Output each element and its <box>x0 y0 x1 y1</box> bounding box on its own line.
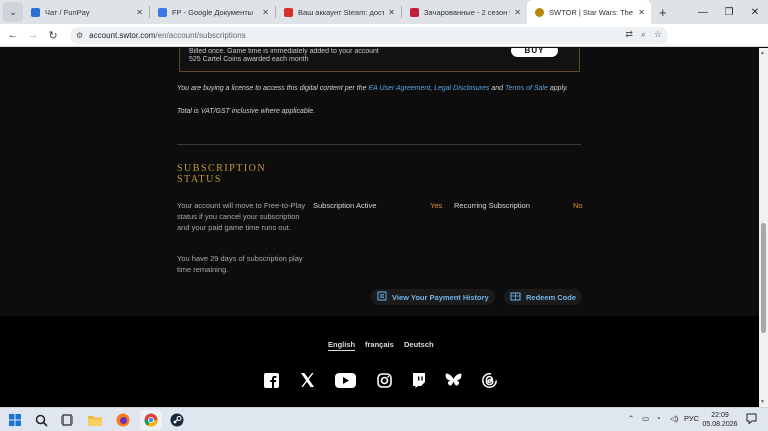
language-german[interactable]: Deutsch <box>404 340 434 349</box>
payment-history-label: View Your Payment History <box>392 292 489 302</box>
tab-google-docs[interactable]: FP - Google Документы ✕ <box>150 0 275 24</box>
section-divider <box>177 144 581 145</box>
scroll-down-icon[interactable]: ▼ <box>760 399 765 405</box>
windows-start-icon[interactable] <box>6 411 24 429</box>
legal-and: and <box>491 85 503 92</box>
legal-separator: , <box>430 85 433 92</box>
subscription-active-value: Yes <box>430 201 443 210</box>
google-docs-favicon-icon <box>158 7 167 17</box>
task-view-icon[interactable] <box>58 411 76 429</box>
close-window-button[interactable]: ✕ <box>738 0 768 24</box>
purchase-details: Billed once. Game time is immediately ad… <box>189 48 379 64</box>
toolbar: ← → ↻ ⚙ account.swtor.com/en/account/sub… <box>0 24 768 66</box>
payment-history-button[interactable]: View Your Payment History <box>371 289 495 305</box>
video-site-favicon-icon <box>410 7 419 17</box>
ea-user-agreement-link[interactable]: EA User Agreement <box>368 85 430 92</box>
legal-disclosures-link[interactable]: Legal Disclosures <box>434 85 489 92</box>
buy-button[interactable]: BUY <box>511 48 558 57</box>
recurring-subscription-label: Recurring Subscription <box>454 201 530 210</box>
new-tab-button[interactable]: + <box>659 5 667 20</box>
youtube-icon[interactable] <box>334 372 356 388</box>
license-notice: You are buying a license to access this … <box>177 84 577 93</box>
search-icon[interactable] <box>32 411 50 429</box>
firefox-icon[interactable] <box>114 411 132 429</box>
facebook-icon[interactable] <box>262 372 280 388</box>
tab-search-button[interactable]: ⌄ <box>3 2 23 22</box>
redeem-code-button[interactable]: Redeem Code <box>504 289 583 305</box>
receipt-icon <box>377 291 387 303</box>
threads-icon[interactable] <box>480 372 498 388</box>
page-viewport: Billed once. Game time is immediately ad… <box>0 48 759 407</box>
tab-gmail-steam[interactable]: Ваш аккаунт Steam: доступ ✕ <box>276 0 401 24</box>
free-to-play-notice: Your account will move to Free-to-Play s… <box>177 201 306 232</box>
days-remaining-text: You have 29 days of subscription play ti… <box>177 254 303 274</box>
bluesky-icon[interactable] <box>444 372 462 388</box>
close-tab-icon[interactable]: ✕ <box>638 8 645 17</box>
url-text: account.swtor.com/en/account/subscriptio… <box>89 31 246 40</box>
subscription-status-heading: SUBSCRIPTION STATUS <box>177 163 266 185</box>
site-info-icon[interactable]: ⚙ <box>76 31 83 40</box>
reload-icon[interactable]: ↻ <box>43 25 63 45</box>
steam-icon[interactable] <box>168 411 186 429</box>
close-tab-icon[interactable]: ✕ <box>514 8 521 17</box>
clock-time: 22:09 <box>711 412 729 419</box>
address-bar[interactable]: ⚙ account.swtor.com/en/account/subscript… <box>70 27 668 44</box>
input-language[interactable]: РУС <box>684 414 699 423</box>
purchase-line-billing: Billed once. Game time is immediately ad… <box>189 48 379 55</box>
funpay-favicon-icon <box>31 7 40 17</box>
scrollbar-thumb[interactable] <box>761 223 766 333</box>
tab-strip: ⌄ Чат / FunPay ✕ FP - Google Документы ✕… <box>0 0 768 24</box>
forward-icon[interactable]: → <box>23 25 43 45</box>
show-hidden-icons[interactable]: ⌃ <box>628 414 634 423</box>
scroll-up-icon[interactable]: ▲ <box>760 50 765 56</box>
language-french[interactable]: français <box>365 340 394 349</box>
tab-title: FP - Google Документы <box>172 7 254 17</box>
purchase-option-card: Billed once. Game time is immediately ad… <box>179 48 580 72</box>
file-explorer-icon[interactable] <box>86 411 104 429</box>
windows-taskbar: ⌃ ▭ ◔ ◁) РУС 22:09 05.08.2026 <box>0 407 768 431</box>
chrome-icon[interactable] <box>142 411 160 429</box>
subscription-active-label: Subscription Active <box>313 201 377 210</box>
bookmark-star-icon[interactable]: ☆ <box>654 29 662 40</box>
tab-funpay-chat[interactable]: Чат / FunPay ✕ <box>23 0 149 24</box>
close-tab-icon[interactable]: ✕ <box>262 8 269 17</box>
network-icon[interactable]: ◔ <box>656 414 661 423</box>
gmail-favicon-icon <box>284 7 293 17</box>
tab-charmed[interactable]: Зачарованные - 2 сезон 5 ✕ <box>402 0 527 24</box>
swtor-favicon-icon <box>535 7 544 17</box>
site-footer: English français Deutsch <box>0 316 759 407</box>
close-tab-icon[interactable]: ✕ <box>136 8 143 17</box>
translate-icon[interactable]: ⇄ <box>625 29 633 40</box>
x-icon[interactable] <box>298 372 316 388</box>
close-tab-icon[interactable]: ✕ <box>388 8 395 17</box>
url-path: /en/account/subscriptions <box>155 31 246 40</box>
back-icon[interactable]: ← <box>3 25 23 45</box>
redeem-code-label: Redeem Code <box>526 292 577 302</box>
vat-notice: Total is VAT/GST inclusive where applica… <box>177 108 316 115</box>
system-clock[interactable]: 22:09 05.08.2026 <box>700 411 740 429</box>
purchase-line-coins: 525 Cartel Coins awarded each month <box>189 56 309 63</box>
tab-title: SWTOR | Star Wars: The Old <box>549 7 634 17</box>
terms-of-sale-link[interactable]: Terms of Sale <box>505 85 548 92</box>
gift-card-icon <box>510 291 521 303</box>
heading-line-1: SUBSCRIPTION <box>177 163 267 174</box>
volume-icon[interactable]: ◁) <box>670 414 678 423</box>
clock-date: 05.08.2026 <box>702 421 738 428</box>
tab-title: Зачарованные - 2 сезон 5 <box>424 7 511 17</box>
legal-prefix: You are buying a license to access this … <box>177 85 367 92</box>
recurring-subscription-value: No <box>573 201 583 210</box>
twitch-icon[interactable] <box>410 372 428 388</box>
battery-icon[interactable]: ▭ <box>642 414 649 423</box>
zoom-icon[interactable]: ⌕ <box>641 29 646 40</box>
notifications-icon[interactable] <box>746 413 757 426</box>
url-host: account.swtor.com <box>89 31 156 40</box>
heading-line-2: STATUS <box>177 174 222 185</box>
tab-title: Ваш аккаунт Steam: доступ <box>298 7 385 17</box>
language-english[interactable]: English <box>328 340 356 351</box>
tab-swtor[interactable]: SWTOR | Star Wars: The Old ✕ <box>527 0 651 24</box>
instagram-icon[interactable] <box>375 372 393 388</box>
legal-suffix: apply. <box>549 85 569 92</box>
page-scrollbar[interactable]: ▲ ▼ <box>759 48 768 407</box>
tab-title: Чат / FunPay <box>45 7 90 17</box>
